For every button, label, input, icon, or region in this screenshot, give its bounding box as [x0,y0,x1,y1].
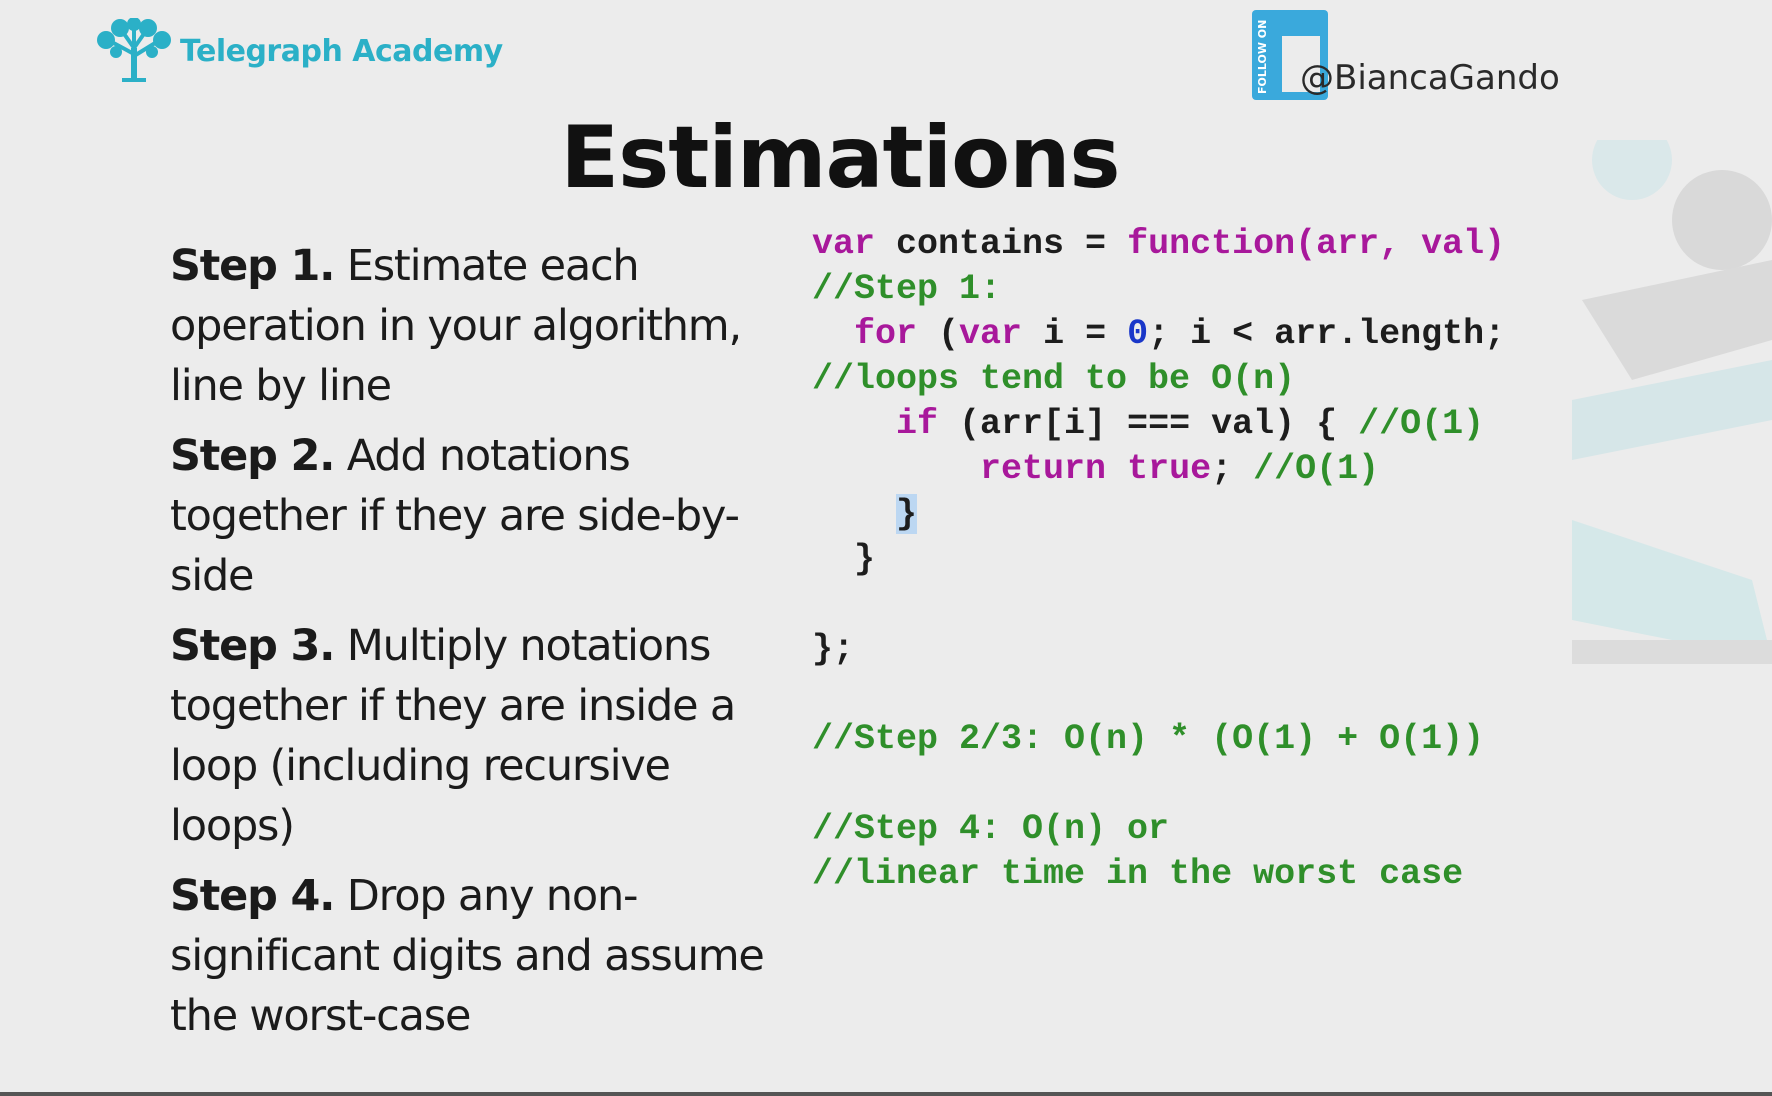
code-token: var [812,224,876,264]
code-token: } [812,539,876,579]
background-decoration [1572,140,1772,664]
step-label: Step 2. [170,431,335,481]
code-token: }; [812,629,855,669]
code-token: for [854,314,918,354]
code-token: i = [1022,314,1128,354]
step-label: Step 1. [170,241,335,291]
code-line: //Step 2/3: O(n) * (O(1) + O(1)) [812,717,1592,762]
code-line: //Step 4: O(n) or [812,807,1592,852]
code-token: return [980,449,1107,489]
svg-text:FOLLOW ON: FOLLOW ON [1256,20,1269,94]
code-token: ( [917,314,960,354]
code-token: //Step 4: O(n) or [812,809,1170,849]
code-token: function [1127,224,1296,264]
code-line: var contains = function(arr, val) [812,222,1592,267]
code-token: contains = [875,224,1128,264]
twitter-handle: @BiancaGando [1300,58,1560,98]
code-line: } [812,492,1592,537]
code-token: //loops tend to be O(n) [812,359,1296,399]
brand-name: Telegraph Academy [180,33,503,69]
social-handle: FOLLOW ON @BiancaGando [1252,10,1560,100]
step-item: Step 1. Estimate each operation in your … [170,236,790,416]
code-token: (arr[i] === val) { [938,404,1359,444]
code-block: var contains = function(arr, val)//Step … [812,222,1592,897]
step-label: Step 3. [170,621,335,671]
telegraph-academy-logo: Telegraph Academy [94,18,503,84]
code-line: }; [812,627,1592,672]
slide: Telegraph Academy FOLLOW ON @BiancaGando… [0,0,1772,1096]
code-line: return true; //O(1) [812,447,1592,492]
code-token: ; i < arr.length; [1148,314,1506,354]
code-token: true [1127,449,1212,489]
code-token: 0 [1127,314,1149,354]
code-token: (arr, val) [1295,224,1506,264]
step-item: Step 4. Drop any non-significant digits … [170,866,790,1046]
code-token: if [896,404,939,444]
code-token: //Step 1: [812,269,1002,309]
code-line: //Step 1: [812,267,1592,312]
slide-bottom-border [0,1092,1772,1096]
code-token: //linear time in the worst case [812,854,1464,894]
step-label: Step 4. [170,871,335,921]
code-token: var [959,314,1023,354]
code-token: } [896,494,918,534]
code-line: } [812,537,1592,582]
tree-icon [97,18,171,82]
code-token: //Step 2/3: O(n) * (O(1) + O(1)) [812,719,1485,759]
code-line: for (var i = 0; i < arr.length; [812,312,1592,357]
code-line: //loops tend to be O(n) [812,357,1592,402]
step-item: Step 2. Add notations together if they a… [170,426,790,606]
code-token: //O(1) [1253,449,1380,489]
code-token: //O(1) [1358,404,1485,444]
slide-title: Estimations [560,108,1120,208]
code-token: ; [1211,449,1254,489]
step-item: Step 3. Multiply notations together if t… [170,616,790,856]
code-line: if (arr[i] === val) { //O(1) [812,402,1592,447]
code-line: //linear time in the worst case [812,852,1592,897]
steps-list: Step 1. Estimate each operation in your … [170,236,790,1056]
